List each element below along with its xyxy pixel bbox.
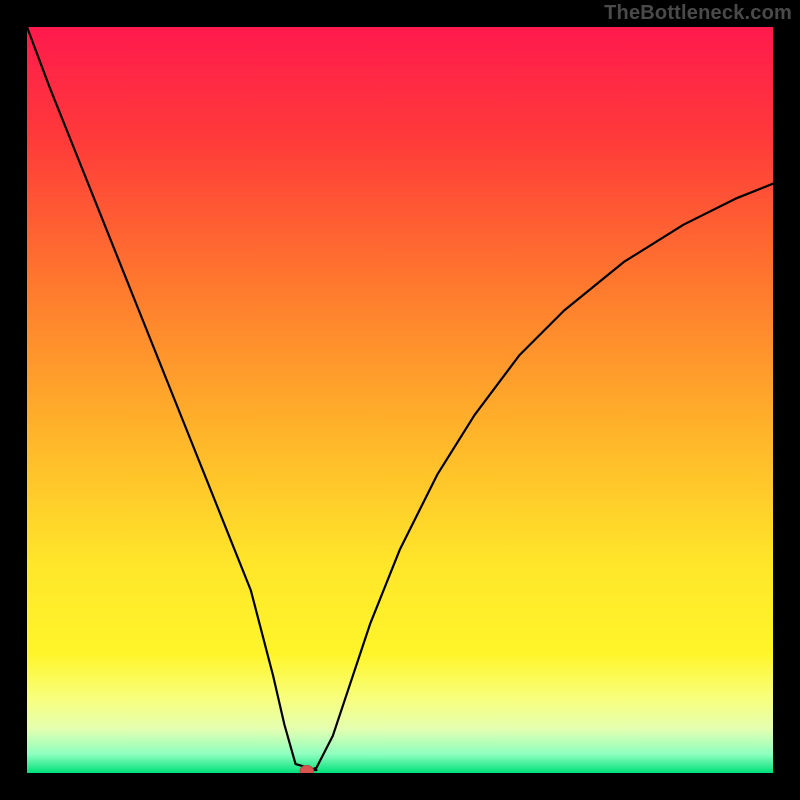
outer-frame: TheBottleneck.com	[0, 0, 800, 800]
watermark-text: TheBottleneck.com	[604, 2, 792, 25]
min-marker	[300, 766, 313, 773]
plot-area	[27, 27, 773, 773]
gradient-rect	[27, 27, 773, 773]
chart-svg	[27, 27, 773, 773]
